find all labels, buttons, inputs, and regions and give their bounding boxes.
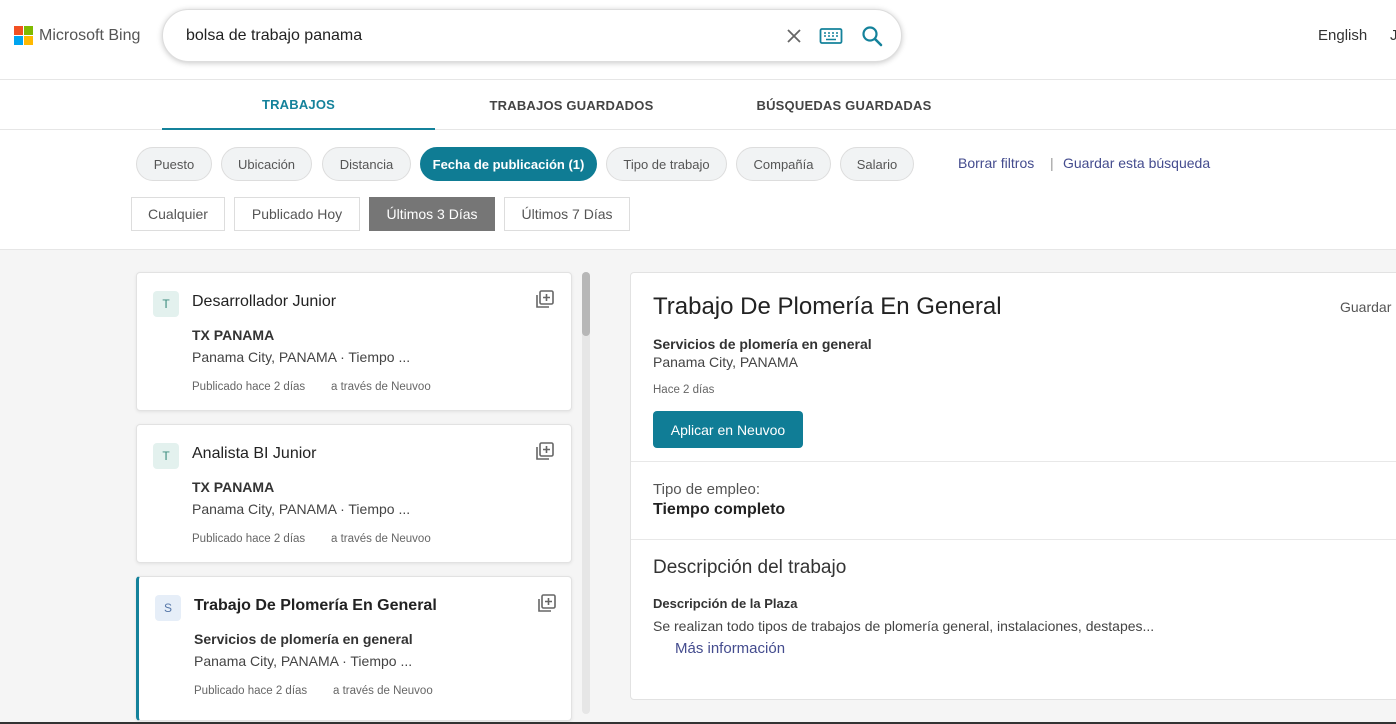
job-company: TX PANAMA [192, 479, 275, 495]
link-separator: | [1050, 155, 1054, 171]
search-icon[interactable] [859, 23, 885, 49]
detail-save-button[interactable]: Guardar [1340, 299, 1391, 315]
save-job-icon[interactable] [537, 593, 557, 613]
search-input[interactable]: bolsa de trabajo panama [186, 27, 362, 45]
job-location: Panama City, PANAMA · Tiempo ... [194, 653, 413, 669]
job-location: Panama City, PANAMA · Tiempo ... [192, 349, 411, 365]
filter-salario[interactable]: Salario [840, 147, 914, 181]
company-avatar: T [153, 291, 179, 317]
job-detail-panel: Trabajo De Plomería En General Guardar S… [630, 272, 1396, 700]
job-title[interactable]: Trabajo De Plomería En General [194, 597, 437, 615]
job-company: Servicios de plomería en general [194, 631, 413, 647]
job-title[interactable]: Analista BI Junior [192, 445, 317, 463]
job-source: a través de Neuvoo [331, 533, 431, 545]
save-job-icon[interactable] [535, 441, 555, 461]
filter-ubicacion[interactable]: Ubicación [221, 147, 312, 181]
job-location: Panama City, PANAMA · Tiempo ... [192, 501, 411, 517]
divider [631, 461, 1396, 462]
search-box[interactable]: bolsa de trabajo panama [162, 9, 902, 62]
more-info-link[interactable]: Más información [675, 640, 785, 657]
clear-filters-link[interactable]: Borrar filtros [958, 155, 1034, 171]
company-avatar: T [153, 443, 179, 469]
filter-tipo-trabajo[interactable]: Tipo de trabajo [606, 147, 727, 181]
employment-type-label: Tipo de empleo: [653, 481, 761, 498]
keyboard-icon[interactable] [818, 23, 844, 49]
date-option-hoy[interactable]: Publicado Hoy [234, 197, 360, 231]
company-avatar: S [155, 595, 181, 621]
job-card[interactable]: T Desarrollador Junior TX PANAMA Panama … [136, 272, 572, 411]
save-search-link[interactable]: Guardar esta búsqueda [1063, 155, 1210, 171]
detail-location: Panama City, PANAMA [653, 354, 798, 370]
filter-puesto[interactable]: Puesto [136, 147, 212, 181]
bing-logo[interactable]: Microsoft Bing [14, 26, 140, 45]
job-card[interactable]: T Analista BI Junior TX PANAMA Panama Ci… [136, 424, 572, 563]
jobs-tabs: TRABAJOS TRABAJOS GUARDADOS BÚSQUEDAS GU… [0, 80, 1396, 130]
description-subheading: Descripción de la Plaza [653, 596, 798, 611]
job-card-selected[interactable]: S Trabajo De Plomería En General Servici… [136, 576, 572, 721]
employment-type-value: Tiempo completo [653, 501, 786, 518]
description-text: Se realizan todo tipos de trabajos de pl… [653, 618, 1155, 634]
date-option-3-dias[interactable]: Últimos 3 Días [369, 197, 495, 231]
filter-fecha-publicacion[interactable]: Fecha de publicación (1) [420, 147, 597, 181]
detail-title: Trabajo De Plomería En General [653, 293, 1002, 320]
scrollbar-thumb[interactable] [582, 272, 590, 336]
job-source: a través de Neuvoo [331, 381, 431, 393]
filter-compania[interactable]: Compañía [736, 147, 831, 181]
job-posted: Publicado hace 2 días [192, 533, 306, 545]
results-scrollbar[interactable] [582, 272, 590, 714]
apply-button[interactable]: Aplicar en Neuvoo [653, 411, 803, 448]
filter-bar: Puesto Ubicación Distancia Fecha de publ… [0, 130, 1396, 250]
logo-text: Microsoft Bing [39, 26, 141, 44]
save-job-icon[interactable] [535, 289, 555, 309]
tab-trabajos[interactable]: TRABAJOS [162, 80, 435, 130]
job-posted: Publicado hace 2 días [192, 381, 306, 393]
date-option-7-dias[interactable]: Últimos 7 Días [504, 197, 630, 231]
detail-posted: Hace 2 días [653, 384, 715, 396]
clear-icon[interactable] [781, 23, 807, 49]
microsoft-logo-icon [14, 26, 33, 45]
language-link[interactable]: English [1318, 27, 1367, 44]
tab-busquedas-guardadas[interactable]: BÚSQUEDAS GUARDADAS [752, 80, 936, 130]
detail-company: Servicios de plomería en general [653, 336, 872, 352]
job-company: TX PANAMA [192, 327, 275, 343]
tab-trabajos-guardados[interactable]: TRABAJOS GUARDADOS [480, 80, 663, 130]
job-posted: Publicado hace 2 días [194, 685, 308, 697]
filter-distancia[interactable]: Distancia [322, 147, 411, 181]
job-title[interactable]: Desarrollador Junior [192, 293, 336, 311]
top-header: Microsoft Bing bolsa de trabajo panama E… [0, 0, 1396, 80]
divider [631, 539, 1396, 540]
date-option-cualquier[interactable]: Cualquier [131, 197, 225, 231]
description-heading: Descripción del trabajo [653, 557, 847, 578]
account-initial[interactable]: J [1390, 27, 1396, 44]
job-source: a través de Neuvoo [333, 685, 433, 697]
